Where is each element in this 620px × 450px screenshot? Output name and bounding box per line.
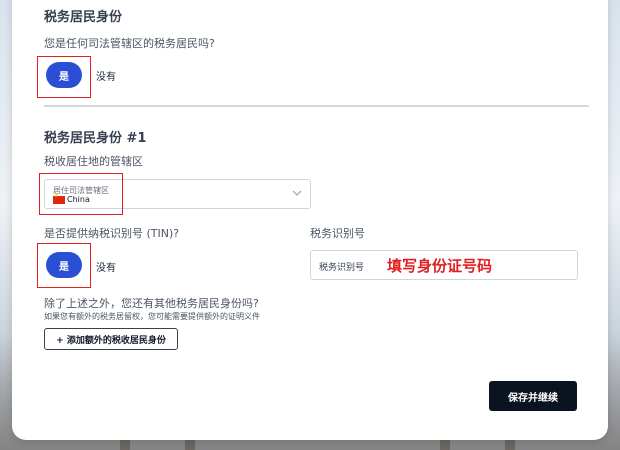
jurisdiction-label: 税收居住地的管辖区 (44, 155, 143, 168)
save-and-continue-button[interactable]: 保存并继续 (489, 381, 577, 411)
other-residency-hint: 如果您有额外的税务居留权，您可能需要提供额外的证明义件 (44, 312, 260, 321)
form-card: 税务居民身份 您是任何司法管辖区的税务居民吗? 是 没有 税务居民身份 #1 税… (12, 0, 608, 440)
tax-resident-yes-button[interactable]: 是 (46, 62, 82, 88)
tin-field-label: 税务识别号 (310, 227, 365, 240)
section-title-tax-residency: 税务居民身份 (44, 10, 123, 25)
chevron-down-icon (292, 190, 302, 196)
tin-input-placeholder: 税务识别号 (319, 263, 365, 273)
tin-annotation: 填写身份证号码 (387, 257, 493, 275)
section-title-tax-residency-1: 税务居民身份 #1 (44, 131, 147, 146)
section-divider (44, 105, 589, 107)
highlight-box (39, 173, 123, 215)
other-residency-question: 除了上述之外，您还有其他税务居民身份吗? (44, 297, 259, 310)
tax-resident-no-option[interactable]: 没有 (96, 68, 116, 83)
tin-no-option[interactable]: 没有 (96, 259, 116, 274)
tax-resident-question: 您是任何司法管辖区的税务居民吗? (44, 37, 215, 50)
tin-yes-button[interactable]: 是 (46, 252, 82, 278)
tin-question: 是否提供纳税识别号 (TIN)? (44, 227, 180, 240)
add-tax-residency-button[interactable]: + 添加额外的税收居民身份 (44, 328, 178, 350)
